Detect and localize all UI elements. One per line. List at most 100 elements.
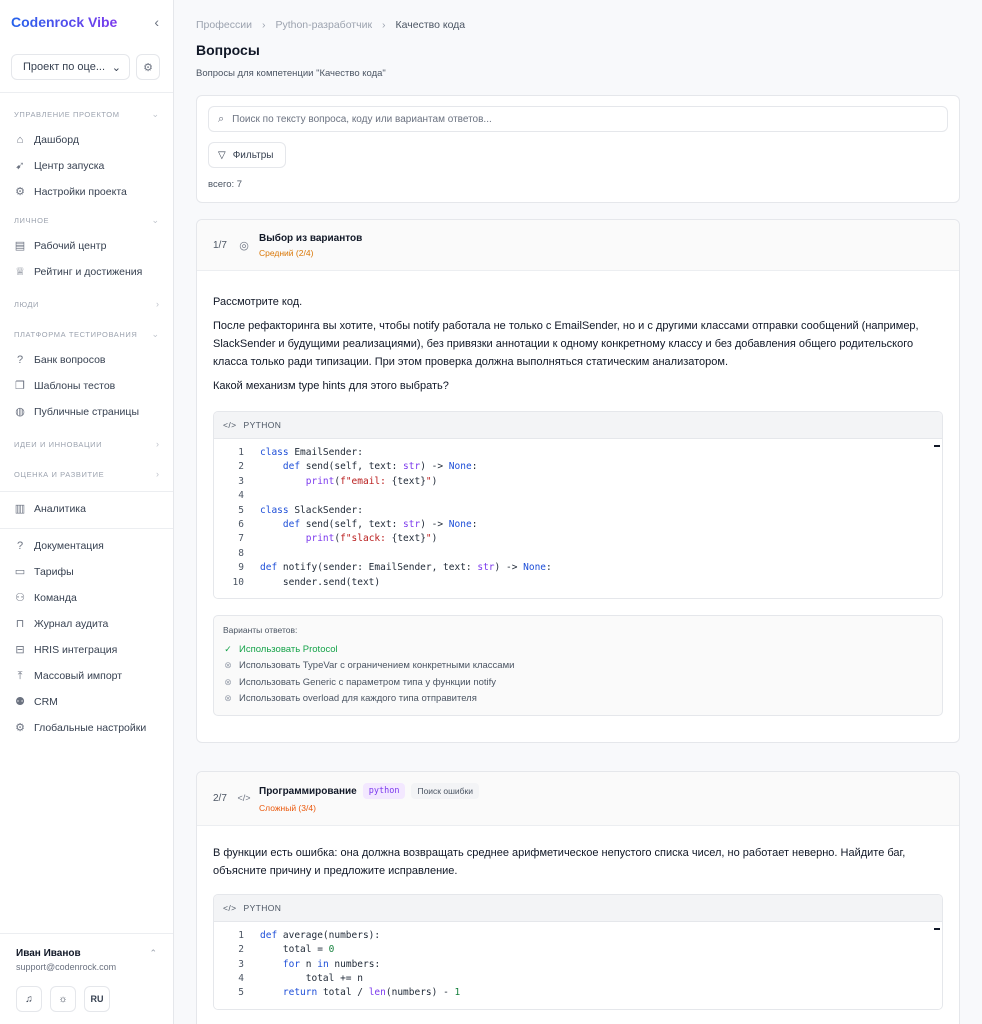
question-body: Рассмотрите код. После рефакторинга вы х… [197,271,959,742]
sidebar-item-hris[interactable]: ⊟ HRIS интеграция [0,637,173,663]
chevron-right-icon: › [156,439,159,449]
sidebar-item-pricing[interactable]: ▭ Тарифы [0,559,173,585]
chevron-down-icon: ⌄ [151,108,159,119]
question-body: В функции есть ошибка: она должна возвра… [197,826,959,1024]
code-language: PYTHON [243,420,282,430]
code-body[interactable]: 1 def average(numbers): 2 total = 0 3 for… [214,921,942,1009]
sidebar-item-launch-center[interactable]: ➹ Центр запуска [0,153,173,179]
code-body[interactable]: 1 class EmailSender: 2 def send(self, tex… [214,439,942,598]
code-block: </> PYTHON 1 def average(numbers): 2 tota… [213,893,943,1010]
theme-toggle-button[interactable]: ☼ [50,986,76,1012]
chevron-down-icon: ⌄ [151,214,159,225]
sidebar-item-public-pages[interactable]: ◍ Публичные страницы [0,399,173,425]
code-header: </> PYTHON [214,894,942,922]
divider [0,528,173,529]
project-select[interactable]: Проект по оце... ⌄ [11,54,130,80]
question-number: 1/7 [213,239,227,251]
project-settings-button[interactable]: ⚙ [136,54,160,80]
chevron-up-icon: ⌃ [149,948,157,958]
divider [0,491,173,492]
sidebar-item-bulk-import[interactable]: ⤒ Массовый импорт [0,663,173,689]
sidebar-item-dashboard[interactable]: ⌂ Дашборд [0,127,173,153]
search-placeholder: Поиск по тексту вопроса, коду или вариан… [232,113,492,125]
section-people[interactable]: Люди › [0,291,173,317]
user-menu[interactable]: Иван Иванов support@codenrock.com ⌃ [16,948,157,972]
section-ideas[interactable]: Идеи и инновации › [0,431,173,457]
hard-drive-icon: ⊟ [15,643,25,656]
check-circle-icon: ◎ [239,239,249,252]
sidebar-item-question-bank[interactable]: ? Банк вопросов [0,347,173,373]
question-header[interactable]: 1/7 ◎ Выбор из вариантов Средний (2/4) [197,220,959,271]
language-tag: python [362,783,406,800]
sidebar-item-audit-log[interactable]: ⊓ Журнал аудита [0,611,173,637]
users-icon: ⚇ [15,591,25,604]
brand-row: Codenrock Vibe ‹ [0,0,173,44]
x-circle-icon: ⊗ [224,676,232,687]
sidebar-item-project-settings[interactable]: ⚙ Настройки проекта [0,179,173,205]
sidebar: Codenrock Vibe ‹ Проект по оце... ⌄ ⚙ Уп… [0,0,174,1024]
scrollbar[interactable] [934,445,940,447]
help-circle-icon: ? [16,539,24,552]
filters-button[interactable]: ▽ Фильтры [208,142,286,168]
sidebar-item-crm[interactable]: ⚉ CRM [0,689,173,715]
layout-icon: ▤ [14,239,26,252]
question-text: Какой механизм type hints для этого выбр… [213,380,449,392]
project-select-value: Проект по оце... [23,61,106,73]
breadcrumb-professions[interactable]: Профессии [196,19,252,31]
user-email: support@codenrock.com [16,962,117,972]
section-project-management[interactable]: Управление проектом ⌄ [0,101,173,127]
breadcrumb: Профессии › Python-разработчик › Качеств… [196,0,960,32]
collapse-sidebar-icon[interactable]: ‹ [154,14,159,30]
question-type: Выбор из вариантов [259,232,363,244]
globe-icon: ◍ [15,405,25,418]
question-difficulty: Средний (2/4) [259,247,314,258]
chevron-right-icon: › [382,18,386,31]
sidebar-item-analytics[interactable]: ▥ Аналитика [0,496,173,522]
sidebar-item-workspace[interactable]: ▤ Рабочий центр [0,233,173,259]
search-input[interactable]: ⌕ Поиск по тексту вопроса, коду или вари… [208,106,948,132]
notifications-button[interactable]: ♫ [16,986,42,1012]
trophy-icon: ♕ [15,265,25,278]
page-subtitle: Вопросы для компетенции "Качество кода" [196,68,386,79]
sidebar-item-rating[interactable]: ♕ Рейтинг и достижения [0,259,173,285]
answer-option-correct: ✓ Использовать Protocol [224,643,338,655]
section-evaluation[interactable]: Оценка и развитие › [0,461,173,487]
question-card: 2/7 </> Программирование python Поиск ош… [196,770,960,1024]
chevron-right-icon: › [261,18,266,31]
bar-chart-icon: ▥ [14,502,26,515]
sidebar-item-global-settings[interactable]: ⚙ Глобальные настройки [0,715,173,741]
question-header[interactable]: 2/7 </> Программирование python Поиск ош… [197,771,959,826]
home-icon: ⌂ [16,133,24,146]
bell-icon: ♫ [25,993,33,1005]
gear-icon: ⚙ [15,721,25,734]
question-number: 2/7 [213,792,227,804]
contacts-icon: ⚉ [15,695,25,708]
sun-icon: ☼ [58,993,68,1005]
copy-icon: ❐ [15,379,25,392]
answers-block: Варианты ответов: ✓ Использовать Protocol… [213,614,943,716]
user-panel: Иван Иванов support@codenrock.com ⌃ ♫ ☼ … [0,933,173,1024]
scrollbar[interactable] [934,927,940,930]
gear-icon: ⚙ [15,185,25,198]
code-icon: </> [223,420,237,430]
section-personal[interactable]: Личное ⌄ [0,207,173,233]
section-testing-platform[interactable]: Платформа тестирования ⌄ [0,321,173,347]
chevron-down-icon: ⌄ [111,61,121,74]
sidebar-item-docs[interactable]: ? Документация [0,533,173,559]
question-text: В функции есть ошибка: она должна возвра… [213,846,906,877]
answer-option: ⊗ Использовать TypeVar с ограничением кон… [224,660,515,672]
sidebar-item-test-templates[interactable]: ❐ Шаблоны тестов [0,373,173,399]
code-block: </> PYTHON 1 class EmailSender: 2 def sen… [213,411,943,599]
page-title: Вопросы [196,42,260,58]
brand-logo[interactable]: Codenrock Vibe [11,14,117,30]
code-icon: </> [237,793,251,804]
user-actions: ♫ ☼ RU [16,986,157,1012]
total-count: всего: 7 [208,179,243,190]
question-type: Программирование [259,785,357,797]
sidebar-item-team[interactable]: ⚇ Команда [0,585,173,611]
question-icon: ? [16,353,24,366]
code-header: </> PYTHON [214,412,942,439]
language-button[interactable]: RU [84,986,110,1012]
breadcrumb-profession[interactable]: Python-разработчик [275,19,372,31]
code-icon: </> [223,902,237,913]
